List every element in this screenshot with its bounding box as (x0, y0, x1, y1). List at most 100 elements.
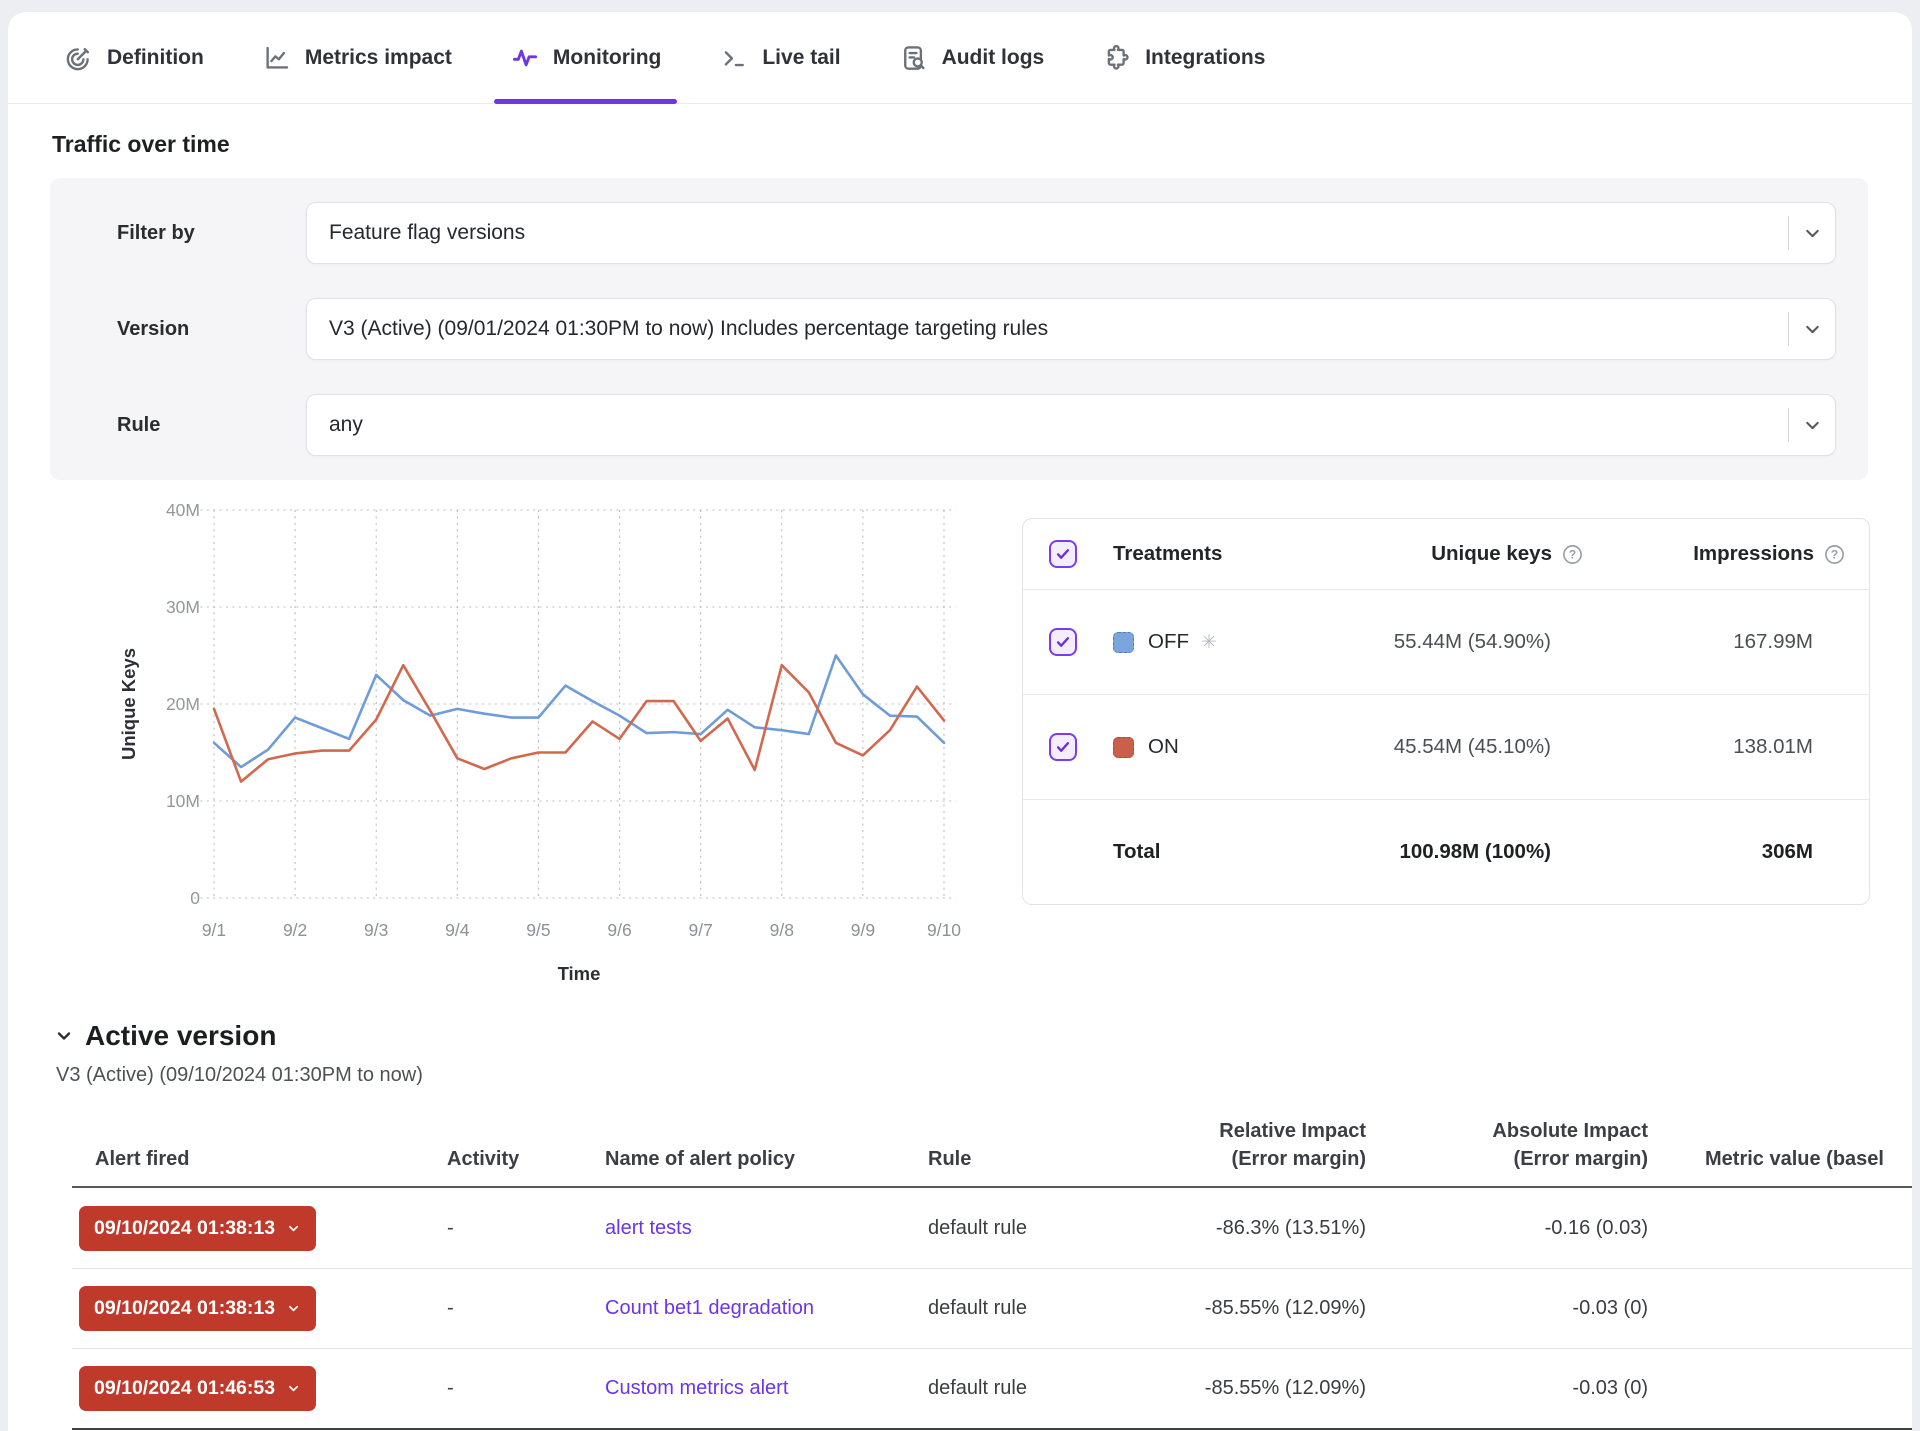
metric-value: 0.03 ( (1648, 1377, 1912, 1400)
chevron-down-icon (286, 1381, 301, 1396)
tab-metrics-impact[interactable]: Metrics impact (262, 12, 452, 103)
svg-text:?: ? (1569, 547, 1576, 561)
impressions-column-header: Impressions ? (1693, 542, 1813, 566)
rule-row: Rule any (50, 394, 1836, 456)
unique-keys-column-header: Unique keys ? (1431, 542, 1551, 566)
alert-fired-badge[interactable]: 09/10/2024 01:38:13 (79, 1286, 316, 1331)
treatments-table: Treatments Unique keys ? Impressions ? (1022, 518, 1870, 905)
total-impressions: 306M (1762, 840, 1813, 864)
main-card: Definition Metrics impact Monitoring Liv… (8, 12, 1912, 1431)
rule-select[interactable]: any (306, 394, 1836, 456)
select-divider (1788, 408, 1789, 442)
version-select[interactable]: V3 (Active) (09/01/2024 01:30PM to now) … (306, 298, 1836, 360)
version-value: V3 (Active) (09/01/2024 01:30PM to now) … (329, 317, 1788, 341)
activity-value: - (447, 1377, 605, 1400)
col-metric-value: Metric value (basel (1648, 1117, 1912, 1173)
help-icon[interactable]: ? (1823, 543, 1846, 566)
alert-policy-link[interactable]: alert tests (605, 1217, 692, 1239)
svg-text:Unique Keys: Unique Keys (118, 648, 139, 760)
alert-policy-link[interactable]: Custom metrics alert (605, 1377, 788, 1399)
col-activity: Activity (447, 1117, 605, 1173)
relative-impact-value: -86.3% (13.51%) (1130, 1217, 1366, 1240)
treatment-row-on: ON 45.54M (45.10%) 138.01M (1023, 694, 1869, 799)
svg-text:9/9: 9/9 (851, 920, 875, 940)
svg-text:Time: Time (558, 963, 601, 984)
svg-text:30M: 30M (166, 597, 200, 617)
off-unique-keys: 55.44M (54.90%) (1394, 630, 1551, 654)
svg-text:9/4: 9/4 (445, 920, 470, 940)
chevron-down-icon[interactable] (1802, 415, 1823, 436)
active-version-header[interactable]: Active version (54, 1020, 1870, 1052)
filter-by-select[interactable]: Feature flag versions (306, 202, 1836, 264)
activity-value: - (447, 1297, 605, 1320)
chevron-down-icon (286, 1301, 301, 1316)
alert-row: 09/10/2024 01:38:13 - Count bet1 degrada… (72, 1268, 1912, 1348)
tab-audit-logs[interactable]: Audit logs (899, 12, 1045, 103)
help-icon[interactable]: ? (1561, 543, 1584, 566)
col-alert-fired: Alert fired (72, 1117, 447, 1173)
relative-impact-value: -85.55% (12.09%) (1130, 1297, 1366, 1320)
select-all-checkbox[interactable] (1049, 540, 1077, 568)
absolute-impact-value: -0.03 (0) (1366, 1297, 1648, 1320)
alert-fired-badge[interactable]: 09/10/2024 01:38:13 (79, 1206, 316, 1251)
col-absolute-impact: Absolute Impact(Error margin) (1366, 1117, 1648, 1173)
page-title: Traffic over time (52, 131, 1870, 158)
tab-integrations[interactable]: Integrations (1102, 12, 1265, 103)
alert-row: 09/10/2024 01:46:53 - Custom metrics ale… (72, 1348, 1912, 1428)
off-impressions: 167.99M (1733, 630, 1813, 654)
total-label: Total (1113, 840, 1221, 864)
absolute-impact-value: -0.03 (0) (1366, 1377, 1648, 1400)
tab-bar: Definition Metrics impact Monitoring Liv… (8, 12, 1912, 104)
relative-impact-value: -85.55% (12.09%) (1130, 1377, 1366, 1400)
svg-text:20M: 20M (166, 694, 200, 714)
on-impressions: 138.01M (1733, 735, 1813, 759)
terminal-icon (719, 43, 749, 73)
alert-row: 09/10/2024 01:38:13 - alert tests defaul… (72, 1188, 1912, 1268)
puzzle-icon (1102, 43, 1132, 73)
definition-icon (64, 43, 94, 73)
alerts-table-header: Alert fired Activity Name of alert polic… (72, 1117, 1912, 1188)
chevron-down-icon[interactable] (1802, 319, 1823, 340)
chevron-down-icon (286, 1221, 301, 1236)
filter-by-row: Filter by Feature flag versions (50, 202, 1836, 264)
tab-label: Audit logs (942, 46, 1045, 70)
alert-fired-badge[interactable]: 09/10/2024 01:46:53 (79, 1366, 316, 1411)
svg-text:0: 0 (190, 888, 200, 908)
metrics-impact-icon (262, 43, 292, 73)
rule-value: any (329, 413, 1788, 437)
version-label: Version (50, 318, 306, 341)
chevron-down-icon[interactable] (1802, 223, 1823, 244)
tab-label: Monitoring (553, 46, 661, 70)
tab-live-tail[interactable]: Live tail (719, 12, 840, 103)
tab-definition[interactable]: Definition (64, 12, 204, 103)
traffic-section: 010M20M30M40M9/19/29/39/49/59/69/79/89/9… (50, 496, 1870, 996)
on-series-swatch (1113, 737, 1134, 758)
treatment-row-off: OFF ✳ 55.44M (54.90%) 167.99M (1023, 589, 1869, 694)
treatment-name: OFF (1148, 630, 1189, 654)
svg-text:9/5: 9/5 (526, 920, 550, 940)
audit-document-icon (899, 43, 929, 73)
svg-text:10M: 10M (166, 791, 200, 811)
rule-label: Rule (50, 414, 306, 437)
tab-monitoring[interactable]: Monitoring (510, 12, 661, 103)
absolute-impact-value: -0.16 (0.03) (1366, 1217, 1648, 1240)
on-checkbox[interactable] (1049, 733, 1077, 761)
treatment-name: ON (1148, 735, 1179, 759)
svg-text:9/2: 9/2 (283, 920, 307, 940)
treatments-header-row: Treatments Unique keys ? Impressions ? (1023, 519, 1869, 589)
active-version-title: Active version (85, 1020, 276, 1052)
metric-value: 0.03 ( (1648, 1297, 1912, 1320)
on-unique-keys: 45.54M (45.10%) (1394, 735, 1551, 759)
svg-text:9/6: 9/6 (607, 920, 631, 940)
metric-value: 0.19 ( (1648, 1217, 1912, 1240)
treatments-column-header: Treatments (1113, 542, 1221, 566)
off-checkbox[interactable] (1049, 628, 1077, 656)
off-series-swatch (1113, 632, 1134, 653)
svg-text:9/3: 9/3 (364, 920, 388, 940)
tab-label: Metrics impact (305, 46, 452, 70)
rule-value: default rule (928, 1297, 1130, 1320)
monitoring-pulse-icon (510, 43, 540, 73)
alert-policy-link[interactable]: Count bet1 degradation (605, 1297, 814, 1319)
filter-by-label: Filter by (50, 222, 306, 245)
col-rule: Rule (928, 1117, 1130, 1173)
